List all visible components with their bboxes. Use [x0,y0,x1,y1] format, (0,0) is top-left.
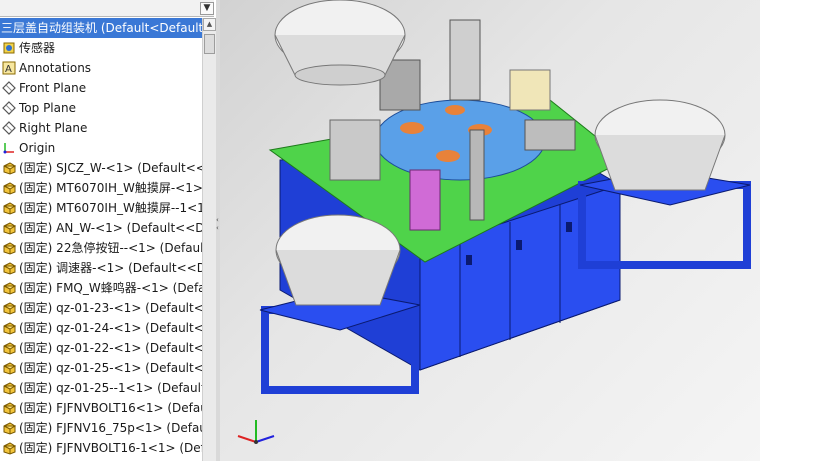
tree-item[interactable]: Right Plane [0,118,202,138]
tree-item-label: (固定) qz-01-23-<1> (Default<< [19,301,202,315]
part-icon [2,321,17,335]
origin-icon [2,141,16,155]
scroll-thumb[interactable] [204,34,215,54]
part-icon [2,361,17,375]
feature-tree-panel: ▼ 三层盖自动组装机 (Default<Default 传感器 A Annotatio… [0,0,217,461]
tree-item[interactable]: (固定) MT6070IH_W触摸屏-<1> [0,178,202,198]
part-icon [2,341,17,355]
tree-item-label: Front Plane [19,81,87,95]
tree-item-label: (固定) MT6070IH_W触摸屏--1<1 [19,201,202,215]
tree-item[interactable]: (固定) MT6070IH_W触摸屏--1<1 [0,198,202,218]
tree-item[interactable]: (固定) FJFNV16_75p<1> (Defaul [0,418,202,438]
bowl-feeder-top [274,0,406,86]
tree-item-label: (固定) qz-01-24-<1> (Default<< [19,321,202,335]
tree-item[interactable]: 传感器 [0,38,202,58]
part-icon [2,161,17,175]
tree-item-label: Annotations [19,61,92,75]
part-icon [2,181,17,195]
part-icon [2,241,17,255]
part-icon [2,401,17,415]
graphics-viewport[interactable] [220,0,760,461]
tree-item-label: (固定) 22急停按钮--<1> (Default [19,241,202,255]
annotation-icon: A [2,61,16,75]
tree-item-label: (固定) FMQ_W蜂鸣器-<1> (Defa [19,281,202,295]
svg-text:A: A [5,64,12,75]
plane-icon [2,121,16,135]
tree-item-label: (固定) 调速器-<1> (Default<<De [19,261,202,275]
tree-item[interactable]: Origin [0,138,202,158]
tree-item-label: (固定) FJFNV16_75p<1> (Defaul [19,421,202,435]
tree-item[interactable]: (固定) FJFNVBOLT16-1<1> (Def [0,438,202,458]
tree-item[interactable]: (固定) FMQ_W蜂鸣器-<1> (Defa [0,278,202,298]
tree-item[interactable]: (固定) qz-01-24-<1> (Default<< [0,318,202,338]
part-icon [2,381,17,395]
tree-item[interactable]: 三层盖自动组装机 (Default<Default [0,18,202,38]
chevron-down-icon[interactable]: ▼ [200,2,214,15]
part-icon [2,261,17,275]
part-icon [2,281,17,295]
part-icon [2,301,17,315]
tree-item-label: (固定) qz-01-22-<1> (Default<< [19,341,202,355]
tree-item-label: Origin [19,141,56,155]
tree-scrollbar[interactable]: ▲ [202,18,216,461]
tree-item[interactable]: (固定) 22急停按钮--<1> (Default [0,238,202,258]
assembly-model-render [237,0,751,444]
feature-tree-list: 三层盖自动组装机 (Default<Default 传感器 A Annotations… [0,18,202,458]
tree-item-label: (固定) FJFNVBOLT16<1> (Defau [19,401,202,415]
tree-item[interactable]: (固定) SJCZ_W-<1> (Default<<D [0,158,202,178]
tree-item-label: (固定) MT6070IH_W触摸屏-<1> [19,181,202,195]
tree-item-label: Top Plane [19,101,76,115]
part-icon [2,221,17,235]
plane-icon [2,81,16,95]
tree-item[interactable]: (固定) FJFNVBOLT16<1> (Defau [0,398,202,418]
tree-item[interactable]: (固定) qz-01-22-<1> (Default<< [0,338,202,358]
tree-item-label: (固定) qz-01-25-<1> (Default<< [19,361,202,375]
part-icon [2,201,17,215]
bowl-feeder-bottom [259,214,421,394]
tree-item[interactable]: Top Plane [0,98,202,118]
tree-item-label: Right Plane [19,121,88,135]
tree-item[interactable]: (固定) qz-01-25--1<1> (Default- [0,378,202,398]
tree-item-label: 三层盖自动组装机 (Default<Default [1,21,202,35]
graphics-area-right [760,0,827,461]
tree-filter-bar[interactable]: ▼ [0,0,214,17]
tree-item-label: (固定) FJFNVBOLT16-1<1> (Def [19,441,202,455]
tree-item[interactable]: (固定) qz-01-25-<1> (Default<< [0,358,202,378]
part-icon [2,441,17,455]
sensor-icon [2,41,16,55]
part-icon [2,421,17,435]
tree-item-label: (固定) qz-01-25--1<1> (Default- [19,381,202,395]
tree-item[interactable]: (固定) qz-01-23-<1> (Default<< [0,298,202,318]
tree-item-label: (固定) SJCZ_W-<1> (Default<<D [19,161,202,175]
tree-item[interactable]: A Annotations [0,58,202,78]
coordinate-triad-icon [237,420,275,444]
tree-item[interactable]: (固定) AN_W-<1> (Default<<De [0,218,202,238]
tree-item-label: (固定) AN_W-<1> (Default<<De [19,221,202,235]
tree-item-label: 传感器 [19,41,56,55]
scroll-up-button[interactable]: ▲ [203,18,216,31]
tree-item[interactable]: Front Plane [0,78,202,98]
plane-icon [2,101,16,115]
tree-item[interactable]: (固定) 调速器-<1> (Default<<De [0,258,202,278]
